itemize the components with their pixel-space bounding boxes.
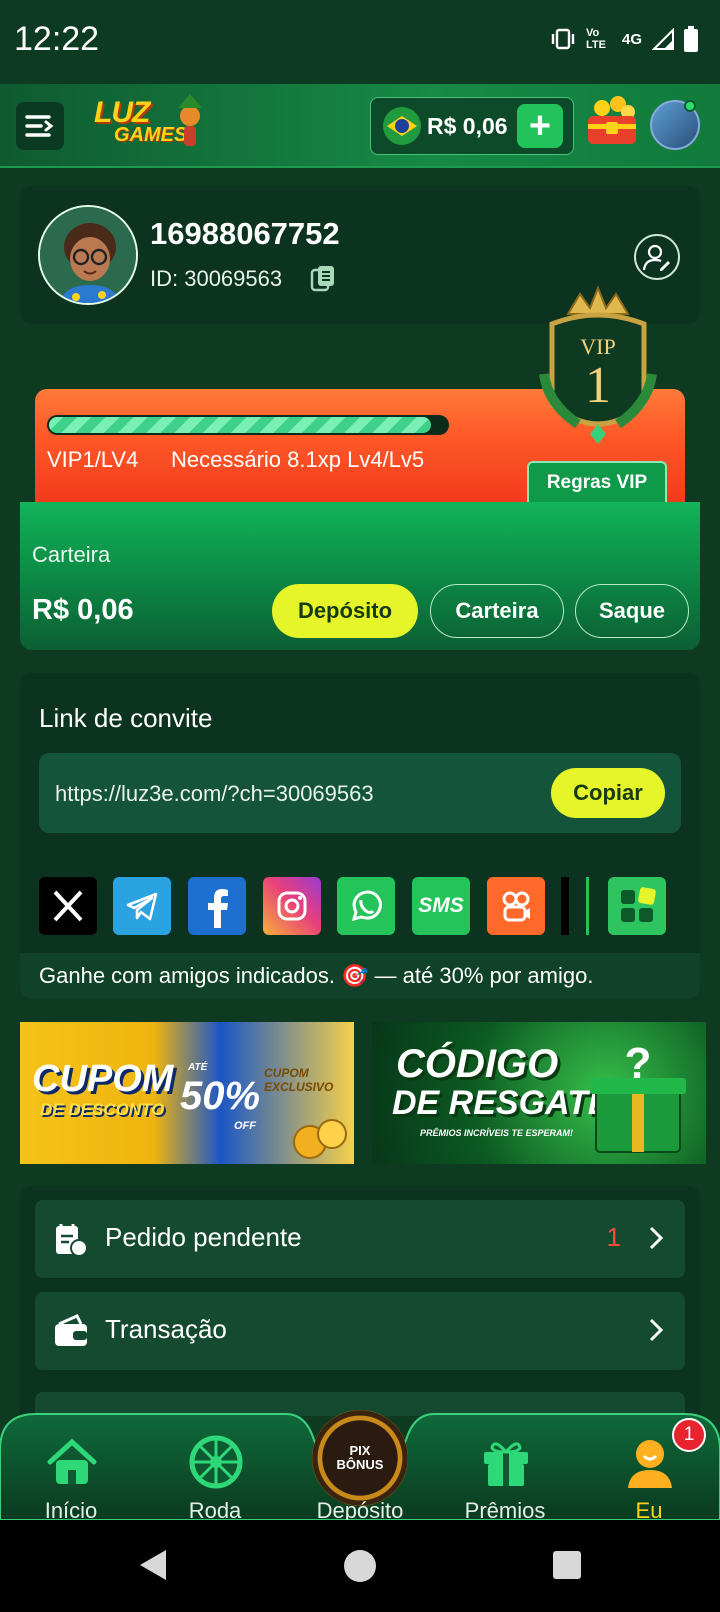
share-scroll-divider bbox=[586, 877, 589, 935]
online-status-dot bbox=[684, 100, 696, 112]
edit-profile-button[interactable] bbox=[634, 234, 680, 280]
invite-title: Link de convite bbox=[39, 703, 213, 733]
user-edit-icon bbox=[642, 244, 670, 271]
discount-coupon-banner[interactable]: CUPOM DE DESCONTO ATÉ 50% OFF CUPOM EXCL… bbox=[20, 1022, 354, 1164]
wheel-icon bbox=[189, 1435, 243, 1489]
svg-text:?: ? bbox=[625, 1039, 652, 1088]
whatsapp-icon[interactable] bbox=[337, 877, 395, 935]
menu-button[interactable] bbox=[16, 102, 64, 150]
vip-progress-fill bbox=[49, 417, 432, 433]
recents-icon[interactable] bbox=[552, 1550, 582, 1580]
luz-games-logo[interactable]: LUZ GAMES bbox=[92, 94, 210, 154]
redeem-title: CÓDIGO bbox=[396, 1042, 559, 1086]
chevron-right-icon bbox=[649, 1226, 663, 1250]
coupon-ate: ATÉ bbox=[188, 1062, 208, 1073]
status-icons: Vo LTE 4G bbox=[550, 26, 698, 52]
vip-badge-icon: VIP 1 bbox=[539, 285, 657, 444]
header-balance-amount: R$ 0,06 bbox=[427, 112, 508, 139]
wallet-button[interactable]: Carteira bbox=[430, 584, 564, 638]
nav-deposit[interactable]: Depósito bbox=[305, 1420, 415, 1523]
status-time: 12:22 bbox=[14, 20, 100, 58]
chevron-right-icon bbox=[649, 1318, 663, 1342]
signal-icon bbox=[652, 28, 674, 50]
redeem-code-banner[interactable]: CÓDIGO DE RESGATE PRÊMIOS INCRÍVEIS TE E… bbox=[372, 1022, 706, 1164]
telegram-icon[interactable] bbox=[113, 877, 171, 935]
pending-orders-row[interactable]: Pedido pendente 1 bbox=[35, 1200, 685, 1278]
coupon-percent: 50% bbox=[180, 1074, 261, 1118]
back-icon[interactable] bbox=[136, 1548, 170, 1582]
vip-progress-bar bbox=[47, 415, 449, 435]
coupon-ticket: CUPOM EXCLUSIVO bbox=[264, 1066, 334, 1094]
vip-badge-number: 1 bbox=[585, 357, 611, 414]
vibrate-icon bbox=[551, 28, 575, 50]
copy-icon[interactable] bbox=[310, 264, 336, 292]
android-navigation-bar bbox=[0, 1520, 720, 1612]
x-icon[interactable] bbox=[39, 877, 97, 935]
coupon-subtitle: DE DESCONTO bbox=[40, 1100, 165, 1119]
transactions-label: Transação bbox=[105, 1314, 227, 1344]
battery-icon bbox=[684, 26, 698, 52]
facebook-icon[interactable] bbox=[188, 877, 246, 935]
share-row: SMS bbox=[39, 877, 699, 935]
home-nav-icon[interactable] bbox=[342, 1548, 378, 1584]
transactions-row[interactable]: Transação bbox=[35, 1292, 685, 1370]
pending-orders-count: 1 bbox=[606, 1222, 621, 1252]
invite-note: Ganhe com amigos indicados. 🎯 — até 30% … bbox=[20, 953, 700, 999]
wallet-icon bbox=[55, 1314, 87, 1346]
nav-prizes[interactable]: Prêmios bbox=[450, 1420, 560, 1523]
home-icon bbox=[47, 1438, 97, 1484]
bottom-nav: Início Roda PIX BÔNUS Depósito Prêmios E… bbox=[0, 1410, 720, 1523]
redeem-tagline: PRÊMIOS INCRÍVEIS TE ESPERAM! bbox=[420, 1128, 574, 1138]
brazil-flag-icon bbox=[383, 107, 421, 145]
treasure-chest-icon[interactable] bbox=[584, 94, 640, 150]
vip-badge-label: VIP bbox=[580, 334, 615, 359]
wallet-card: Carteira R$ 0,06 Depósito Carteira Saque bbox=[20, 502, 700, 650]
pending-order-icon bbox=[56, 1224, 87, 1257]
sms-icon[interactable]: SMS bbox=[412, 877, 470, 935]
nav-wheel[interactable]: Roda bbox=[160, 1420, 270, 1523]
status-bar: 12:22 Vo LTE 4G bbox=[0, 0, 720, 84]
app-header: LUZ GAMES R$ 0,06 + bbox=[0, 84, 720, 168]
menu-icon bbox=[25, 115, 54, 137]
share-more-divider bbox=[561, 877, 569, 935]
copy-link-button[interactable]: Copiar bbox=[551, 768, 665, 818]
vip-level: VIP1/LV4 bbox=[47, 447, 139, 472]
account-menu: Pedido pendente 1 Transação bbox=[20, 1186, 700, 1416]
instagram-icon[interactable] bbox=[263, 877, 321, 935]
add-funds-button[interactable]: + bbox=[517, 104, 563, 148]
wallet-amount: R$ 0,06 bbox=[32, 594, 134, 626]
redeem-subtitle: DE RESGATE bbox=[392, 1084, 611, 1122]
vip-requirement: Necessário 8.1xp Lv4/Lv5 bbox=[171, 447, 425, 472]
invite-link[interactable]: https://luz3e.com/?ch=30069563 bbox=[55, 781, 374, 807]
profile-avatar[interactable] bbox=[38, 205, 138, 305]
invite-card: Link de convite https://luz3e.com/?ch=30… bbox=[20, 673, 700, 999]
profile-phone: 16988067752 bbox=[150, 216, 340, 251]
header-balance[interactable]: R$ 0,06 + bbox=[370, 97, 574, 155]
coupon-title: CUPOM bbox=[32, 1058, 174, 1100]
volte-label: Vo LTE bbox=[585, 27, 606, 51]
withdraw-button[interactable]: Saque bbox=[575, 584, 689, 638]
wallet-label: Carteira bbox=[32, 542, 111, 567]
kwai-icon[interactable] bbox=[487, 877, 545, 935]
notification-badge: 1 bbox=[672, 1418, 706, 1452]
gift-box-icon: ? bbox=[590, 1039, 686, 1153]
profile-id: ID: 30069563 bbox=[150, 266, 283, 291]
coins-icon bbox=[293, 1119, 347, 1159]
vip-rules-button[interactable]: Regras VIP bbox=[527, 461, 667, 503]
coupon-off: OFF bbox=[234, 1120, 256, 1132]
user-icon bbox=[628, 1440, 672, 1488]
network-label: 4G bbox=[621, 30, 642, 48]
mascot-icon bbox=[178, 94, 202, 146]
deposit-button[interactable]: Depósito bbox=[272, 584, 418, 638]
gift-icon bbox=[484, 1442, 528, 1486]
more-apps-icon[interactable] bbox=[608, 877, 666, 935]
nav-home[interactable]: Início bbox=[16, 1420, 126, 1523]
avatar-illustration-icon bbox=[40, 207, 136, 303]
pending-orders-label: Pedido pendente bbox=[105, 1222, 302, 1252]
invite-link-box: https://luz3e.com/?ch=30069563 Copiar bbox=[39, 753, 681, 833]
